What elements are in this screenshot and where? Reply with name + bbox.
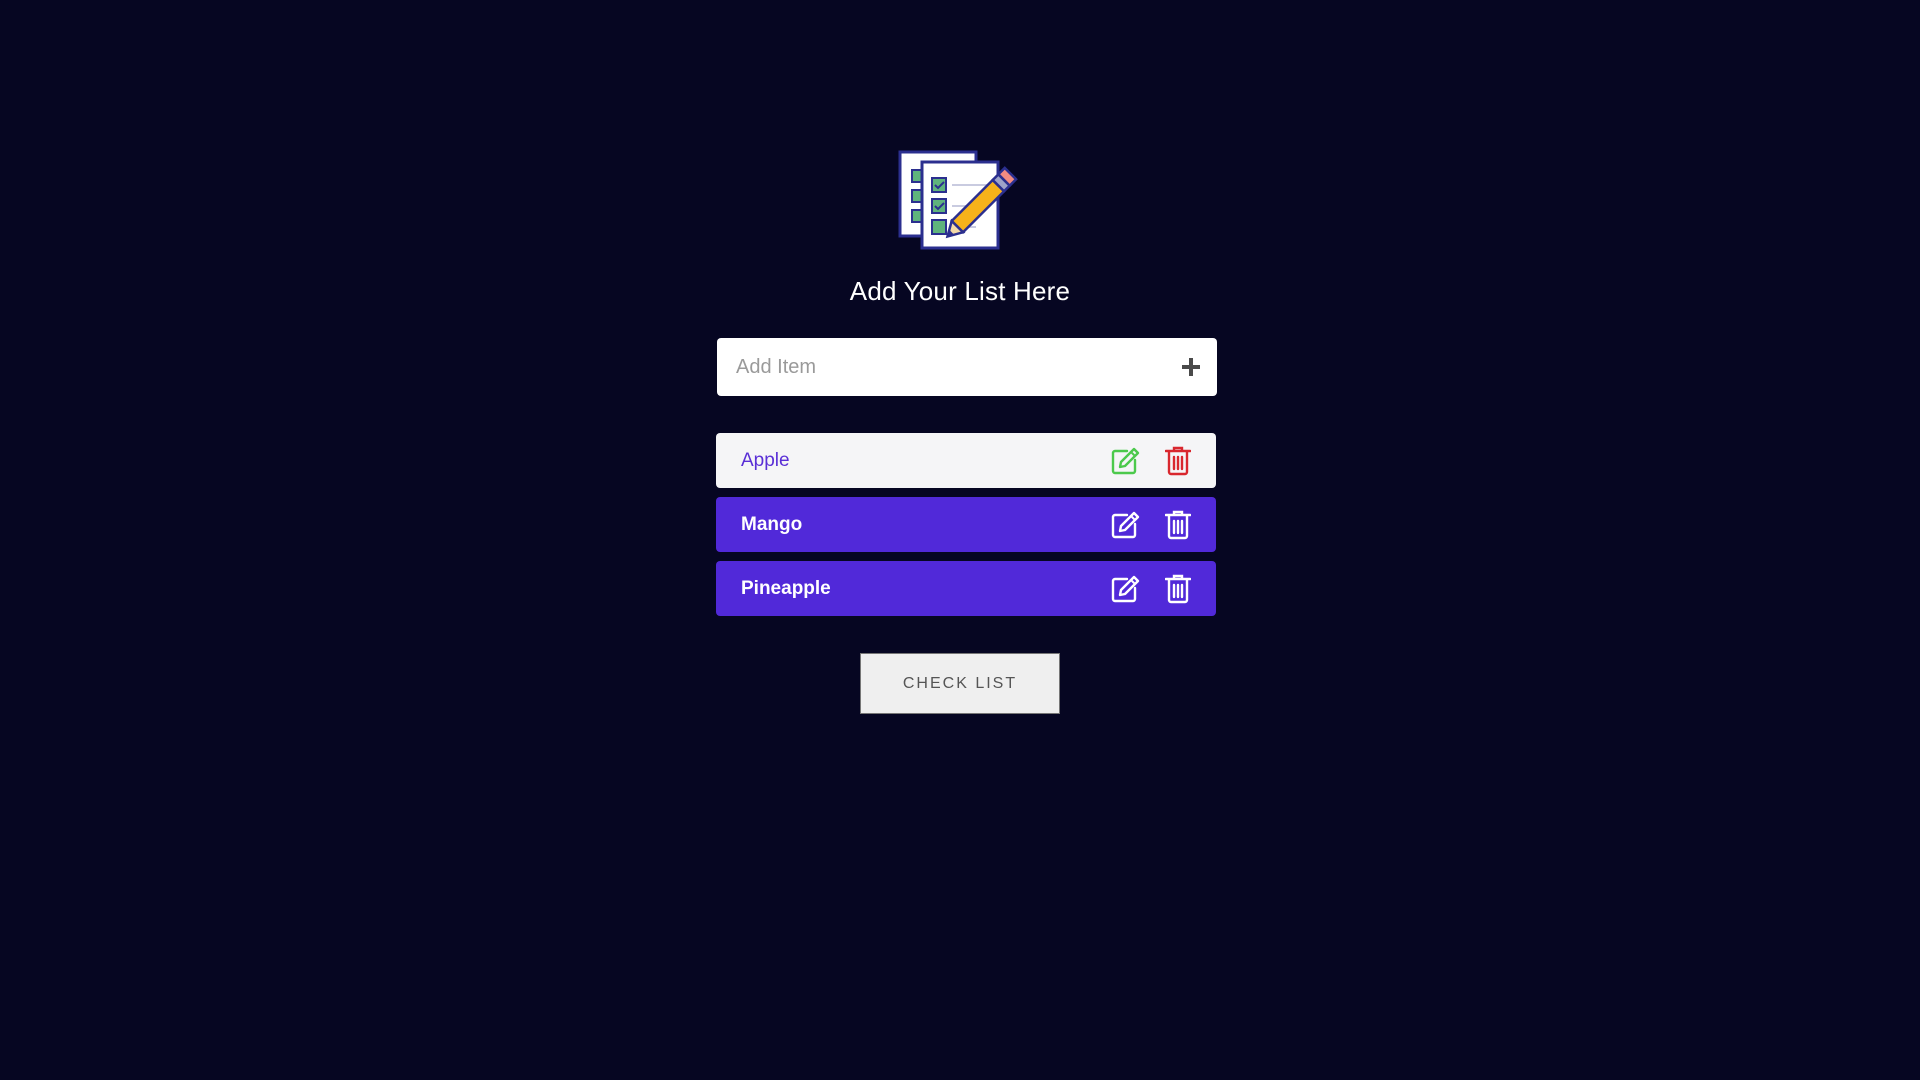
trash-icon[interactable] <box>1165 510 1191 540</box>
edit-icon[interactable] <box>1110 510 1140 540</box>
add-item-input[interactable] <box>717 338 1157 396</box>
edit-icon[interactable] <box>1110 446 1140 476</box>
list-item: Pineapple <box>716 561 1216 616</box>
edit-icon[interactable] <box>1110 574 1140 604</box>
trash-icon[interactable] <box>1165 446 1191 476</box>
list-item-label: Mango <box>741 514 803 535</box>
list-item: Apple <box>716 433 1216 488</box>
check-list-button[interactable]: Check List <box>860 653 1060 714</box>
plus-icon[interactable] <box>1177 353 1205 381</box>
list-item: Mango <box>716 497 1216 552</box>
todo-app: Add Your List Here Apple <box>0 0 1920 1080</box>
checklist-pencil-icon <box>898 150 1018 250</box>
list-item-label: Pineapple <box>741 578 831 599</box>
list-item-label: Apple <box>741 450 790 471</box>
page-title: Add Your List Here <box>849 276 1071 306</box>
trash-icon[interactable] <box>1165 574 1191 604</box>
item-list: Apple Mango Pineapple <box>716 433 1216 625</box>
add-item-bar <box>717 338 1217 396</box>
